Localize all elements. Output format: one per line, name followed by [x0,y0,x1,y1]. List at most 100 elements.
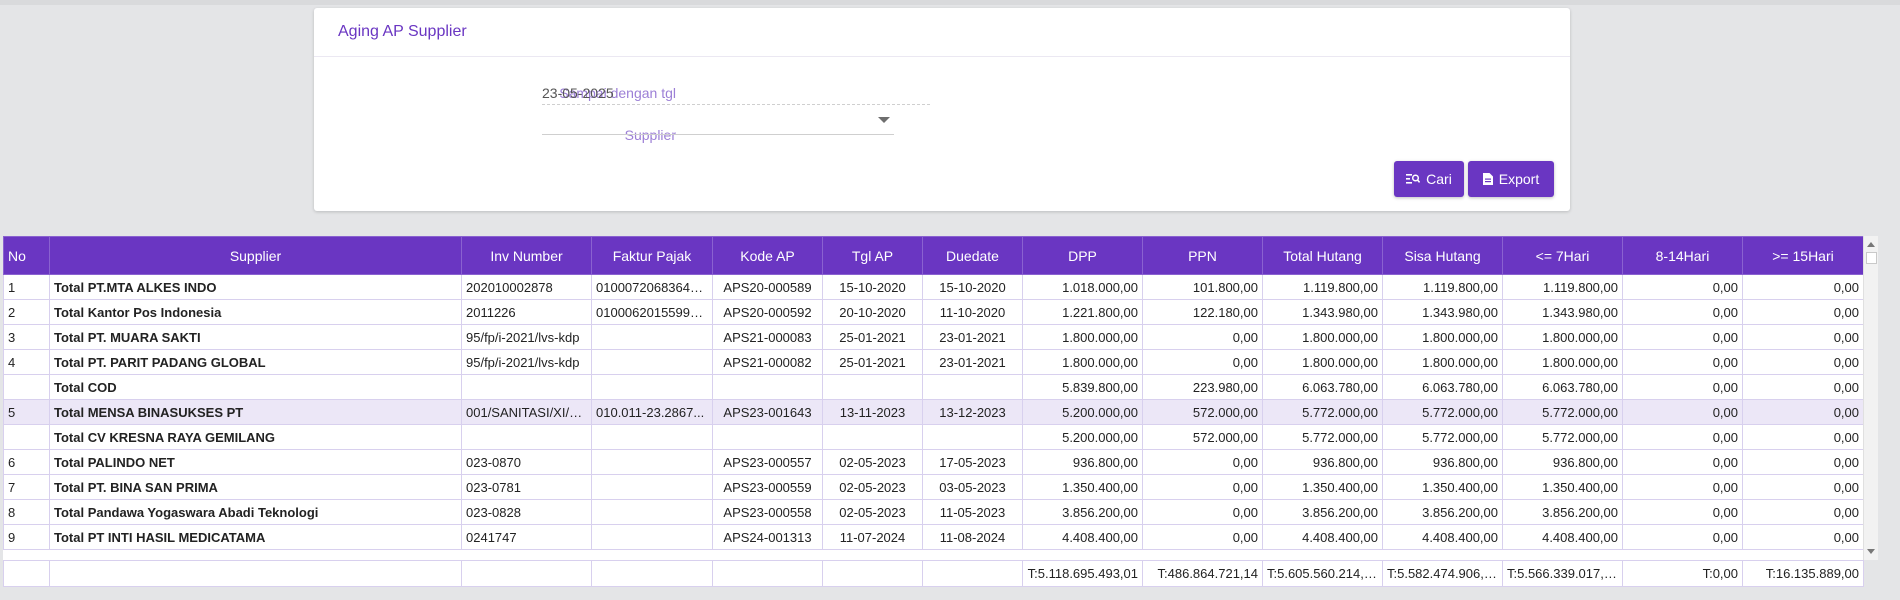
table-row[interactable]: 8 Total Pandawa Yogaswara Abadi Teknologi… [3,499,1864,525]
cell-sisa-hutang: 1.800.000,00 [1382,324,1503,350]
cell-dpp: 5.839.800,00 [1022,374,1143,400]
table-scrollbar[interactable] [1863,236,1878,560]
table-row[interactable]: Total COD 5.839.800,00 223.980,00 6.063.780… [3,374,1864,400]
cell-8-14hari: 0,00 [1622,424,1743,450]
cell-ge-15hari: 0,00 [1742,474,1864,500]
cell-le-7hari: 5.772.000,00 [1502,424,1623,450]
cell-no [3,424,50,450]
cell-dpp: 5.200.000,00 [1022,424,1143,450]
total-ge-15hari: T:16.135.889,00 [1742,560,1864,587]
cell-tgl-ap: 13-11-2023 [822,399,923,425]
col-header-duedate[interactable]: Duedate [922,236,1023,275]
cell-kode-ap: APS23-001643 [712,399,823,425]
cell-dpp: 1.350.400,00 [1022,474,1143,500]
cell-inv-number: 001/SANITASI/XI/2... [461,399,592,425]
date-input-underline [542,104,930,105]
total-cell-empty [822,560,923,587]
table-row[interactable]: 4 Total PT. PARIT PADANG GLOBAL 95/fp/i-20… [3,349,1864,375]
col-header-total-hutang[interactable]: Total Hutang [1262,236,1383,275]
cell-faktur-pajak [591,324,713,350]
cell-inv-number: 023-0828 [461,499,592,525]
cell-total-hutang: 5.772.000,00 [1262,424,1383,450]
cell-total-hutang: 1.800.000,00 [1262,324,1383,350]
cell-8-14hari: 0,00 [1622,324,1743,350]
total-le-7hari: T:5.566.339.017,50 [1502,560,1623,587]
table-row[interactable]: 5 Total MENSA BINASUKSES PT 001/SANITASI/X… [3,399,1864,425]
cell-8-14hari: 0,00 [1622,449,1743,475]
cell-kode-ap [712,424,823,450]
cell-ge-15hari: 0,00 [1742,274,1864,300]
cell-8-14hari: 0,00 [1622,499,1743,525]
cell-inv-number: 2011226 [461,299,592,325]
cell-dpp: 1.221.800,00 [1022,299,1143,325]
search-button[interactable]: Cari [1394,161,1464,197]
cell-tgl-ap: 15-10-2020 [822,274,923,300]
cell-le-7hari: 6.063.780,00 [1502,374,1623,400]
col-header-supplier[interactable]: Supplier [49,236,462,275]
cell-ge-15hari: 0,00 [1742,499,1864,525]
cell-total-hutang: 1.350.400,00 [1262,474,1383,500]
table-row[interactable]: 9 Total PT INTI HASIL MEDICATAMA 0241747 AP… [3,524,1864,550]
export-button[interactable]: Export [1468,161,1554,197]
col-header-tgl-ap[interactable]: Tgl AP [822,236,923,275]
date-input[interactable]: 23-05-2025 [542,85,614,101]
table-row[interactable]: 3 Total PT. MUARA SAKTI 95/fp/i-2021/lvs-k… [3,324,1864,350]
cell-sisa-hutang: 3.856.200,00 [1382,499,1503,525]
cell-ge-15hari: 0,00 [1742,524,1864,550]
aging-table: No Supplier Inv Number Faktur Pajak Kode… [3,236,1878,560]
col-header-no[interactable]: No [3,236,50,275]
table-row[interactable]: 1 Total PT.MTA ALKES INDO 202010002878 0100… [3,274,1864,300]
table-header-row: No Supplier Inv Number Faktur Pajak Kode… [3,236,1864,275]
scroll-thumb[interactable] [1866,252,1877,264]
cell-ge-15hari: 0,00 [1742,424,1864,450]
col-header-sisa-hutang[interactable]: Sisa Hutang [1382,236,1503,275]
cell-inv-number: 0241747 [461,524,592,550]
col-header-ppn[interactable]: PPN [1142,236,1263,275]
table-row[interactable]: 6 Total PALINDO NET 023-0870 APS23-000557 02… [3,449,1864,475]
col-header-inv-number[interactable]: Inv Number [461,236,592,275]
col-header-ge-15hari[interactable]: >= 15Hari [1742,236,1864,275]
cell-kode-ap: APS23-000557 [712,449,823,475]
cell-no: 4 [3,349,50,375]
cell-8-14hari: 0,00 [1622,274,1743,300]
export-button-label: Export [1498,171,1540,187]
top-bar [0,0,1900,5]
cell-supplier: Total CV KRESNA RAYA GEMILANG [49,424,462,450]
cell-ppn: 0,00 [1142,349,1263,375]
cell-no: 7 [3,474,50,500]
cell-ppn: 572.000,00 [1142,399,1263,425]
cell-8-14hari: 0,00 [1622,299,1743,325]
cell-sisa-hutang: 1.343.980,00 [1382,299,1503,325]
scroll-up-icon[interactable] [1867,242,1875,247]
cell-sisa-hutang: 1.350.400,00 [1382,474,1503,500]
cell-le-7hari: 1.343.980,00 [1502,299,1623,325]
table-row[interactable]: 7 Total PT. BINA SAN PRIMA 023-0781 APS23-0… [3,474,1864,500]
cell-total-hutang: 1.119.800,00 [1262,274,1383,300]
cell-sisa-hutang: 1.119.800,00 [1382,274,1503,300]
supplier-select-underline [542,134,894,135]
cell-kode-ap: APS20-000592 [712,299,823,325]
col-header-le-7hari[interactable]: <= 7Hari [1502,236,1623,275]
cell-faktur-pajak: 01000720683645... [591,274,713,300]
table-row[interactable]: 2 Total Kantor Pos Indonesia 2011226 010006… [3,299,1864,325]
cell-duedate: 11-08-2024 [922,524,1023,550]
card-divider [314,56,1570,57]
supplier-select[interactable] [542,127,894,147]
cell-faktur-pajak [591,449,713,475]
table-row[interactable]: Total CV KRESNA RAYA GEMILANG 5.200.000,0… [3,424,1864,450]
cell-faktur-pajak [591,474,713,500]
cell-ppn: 0,00 [1142,524,1263,550]
scroll-down-icon[interactable] [1867,549,1875,554]
cell-supplier: Total Kantor Pos Indonesia [49,299,462,325]
col-header-8-14hari[interactable]: 8-14Hari [1622,236,1743,275]
page-title: Aging AP Supplier [338,23,467,40]
cell-sisa-hutang: 936.800,00 [1382,449,1503,475]
total-cell-empty [712,560,823,587]
col-header-kode-ap[interactable]: Kode AP [712,236,823,275]
cell-supplier: Total PALINDO NET [49,449,462,475]
col-header-dpp[interactable]: DPP [1022,236,1143,275]
cell-le-7hari: 5.772.000,00 [1502,399,1623,425]
cell-supplier: Total PT INTI HASIL MEDICATAMA [49,524,462,550]
col-header-faktur-pajak[interactable]: Faktur Pajak [591,236,713,275]
chevron-down-icon[interactable] [878,117,890,123]
